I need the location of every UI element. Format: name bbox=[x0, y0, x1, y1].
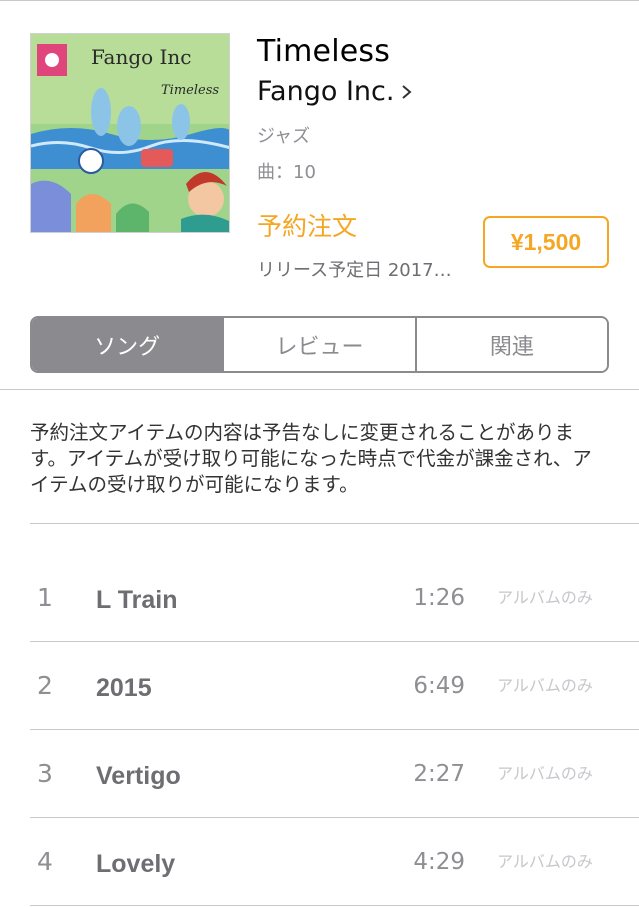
cover-subtitle: Timeless bbox=[161, 83, 219, 98]
track-number: 4 bbox=[37, 847, 53, 876]
track-duration: 2:27 bbox=[413, 761, 465, 787]
top-border bbox=[0, 0, 639, 1]
track-row[interactable]: 1 L Train 1:26 アルバムのみ bbox=[0, 554, 639, 642]
track-row[interactable]: 3 Vertigo 2:27 アルバムのみ bbox=[0, 730, 639, 818]
price-button[interactable]: ¥1,500 bbox=[483, 216, 609, 268]
track-row[interactable]: 2 2015 6:49 アルバムのみ bbox=[0, 642, 639, 730]
tab-related[interactable]: 関連 bbox=[414, 318, 607, 371]
preorder-notice: 予約注文アイテムの内容は予告なしに変更されることがあります。アイテムが受け取り可… bbox=[30, 421, 592, 496]
track-title: Vertigo bbox=[96, 762, 181, 790]
track-number: 1 bbox=[37, 583, 53, 612]
artist-name: Fango Inc. bbox=[257, 76, 395, 107]
track-title: L Train bbox=[96, 586, 178, 614]
divider bbox=[0, 389, 639, 390]
cover-logo: Fango Inc bbox=[91, 45, 192, 69]
track-title: Lovely bbox=[96, 850, 176, 878]
track-number: 2 bbox=[37, 671, 53, 700]
tab-reviews[interactable]: レビュー bbox=[222, 318, 415, 371]
album-title: Timeless bbox=[257, 34, 391, 69]
segmented-control: ソング レビュー 関連 bbox=[30, 316, 609, 373]
track-count: 曲：10 bbox=[257, 162, 316, 183]
track-title: 2015 bbox=[96, 674, 152, 702]
track-duration: 6:49 bbox=[413, 673, 465, 699]
track-row[interactable]: 4 Lovely 4:29 アルバムのみ bbox=[0, 818, 639, 906]
track-duration: 1:26 bbox=[413, 585, 465, 611]
genre-label: ジャズ bbox=[257, 126, 311, 147]
album-only-label: アルバムのみ bbox=[497, 764, 593, 783]
artist-link[interactable]: Fango Inc. bbox=[257, 76, 414, 107]
chevron-right-icon bbox=[402, 84, 412, 99]
album-only-label: アルバムのみ bbox=[497, 852, 593, 871]
tab-songs[interactable]: ソング bbox=[32, 318, 223, 371]
album-artwork: Fango Inc Timeless bbox=[30, 33, 230, 233]
album-only-label: アルバムのみ bbox=[497, 588, 593, 607]
preorder-label: 予約注文 bbox=[257, 212, 358, 241]
release-date: リリース予定日 2017… bbox=[257, 260, 452, 281]
track-number: 3 bbox=[37, 759, 53, 788]
track-duration: 4:29 bbox=[413, 849, 465, 875]
divider bbox=[30, 905, 639, 906]
divider bbox=[30, 523, 639, 524]
album-only-label: アルバムのみ bbox=[497, 676, 593, 695]
